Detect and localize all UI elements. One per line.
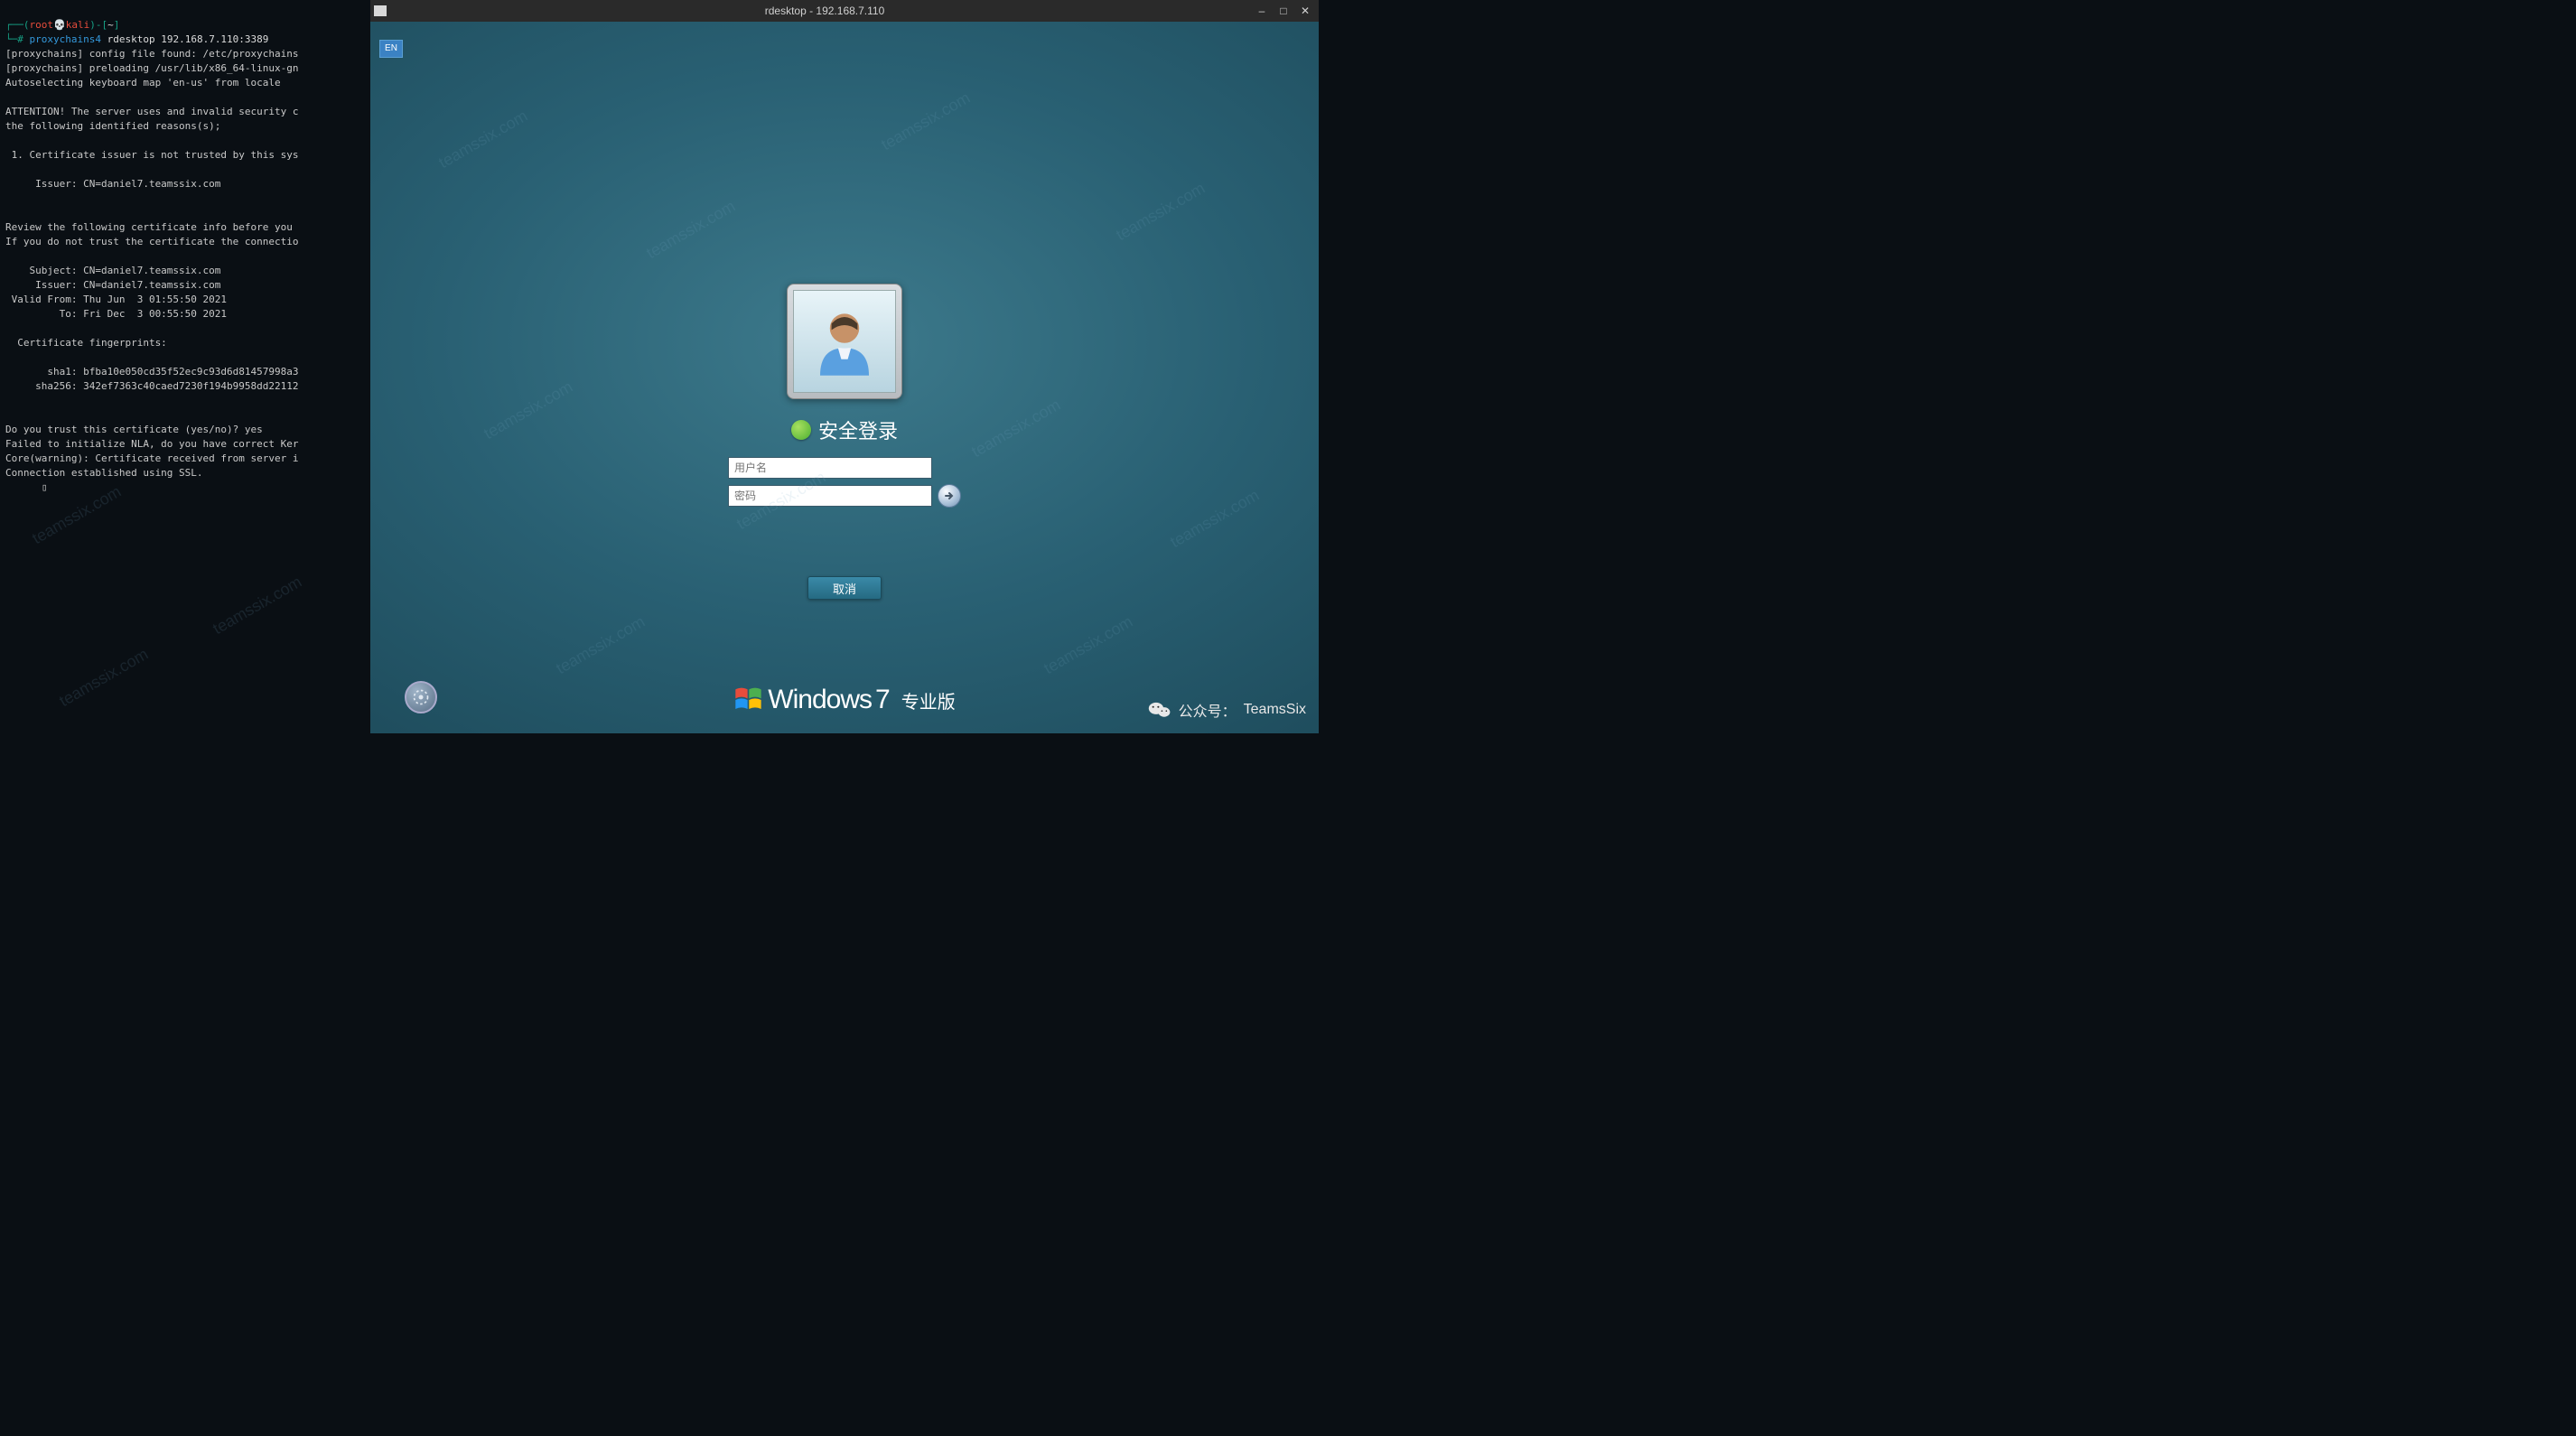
term-line: Do you trust this certificate (yes/no)? … [5, 424, 263, 435]
windows-flag-icon [733, 686, 764, 713]
watermark: teamssix.com [1113, 179, 1209, 245]
term-line: ATTENTION! The server uses and invalid s… [5, 106, 299, 117]
term-line: [proxychains] config file found: /etc/pr… [5, 48, 299, 60]
titlebar[interactable]: rdesktop - 192.168.7.110 – □ ✕ [370, 0, 1319, 22]
term-line: Certificate fingerprints: [5, 337, 167, 349]
secure-login-text: 安全登录 [818, 415, 898, 444]
term-line: ▯ [5, 481, 47, 493]
prompt-user: root [30, 19, 54, 31]
term-line: Issuer: CN=daniel7.teamssix.com [5, 178, 220, 190]
window-title: rdesktop - 192.168.7.110 [394, 5, 1255, 17]
term-line: [proxychains] preloading /usr/lib/x86_64… [5, 62, 299, 74]
term-line: Core(warning): Certificate received from… [5, 452, 299, 464]
watermark: teamssix.com [968, 396, 1064, 462]
term-line: To: Fri Dec 3 00:55:50 2021 [5, 308, 227, 320]
watermark: teamssix.com [481, 378, 576, 443]
prompt-host: kali [66, 19, 90, 31]
cmd-proxychains: proxychains4 [30, 33, 101, 45]
terminal-pane[interactable]: ┌──(root💀kali)-[~] └─# proxychains4 rdes… [0, 0, 370, 733]
username-row [728, 457, 961, 479]
window-icon [374, 5, 387, 16]
watermark: teamssix.com [435, 107, 531, 173]
term-line: sha256: 342ef7363c40caed7230f194b9958dd2… [5, 380, 299, 392]
user-avatar-icon [793, 290, 896, 393]
watermark: teamssix.com [1167, 486, 1263, 552]
term-line: Autoselecting keyboard map 'en-us' from … [5, 77, 281, 89]
prompt-open: ┌──( [5, 19, 30, 31]
prompt-path: ~ [107, 19, 114, 31]
cmd-rest: rdesktop 192.168.7.110:3389 [101, 33, 268, 45]
term-line: Subject: CN=daniel7.teamssix.com [5, 265, 220, 276]
wechat-footer: 公众号： TeamsSix [1148, 699, 1306, 721]
rdesktop-window: rdesktop - 192.168.7.110 – □ ✕ EN [370, 0, 1319, 733]
skull-icon: 💀 [53, 19, 66, 31]
watermark: teamssix.com [643, 197, 739, 263]
wechat-icon [1148, 700, 1171, 720]
maximize-button[interactable]: □ [1277, 5, 1290, 17]
wechat-label: 公众号： [1179, 699, 1237, 721]
submit-arrow-button[interactable] [938, 484, 961, 508]
term-line: If you do not trust the certificate the … [5, 236, 299, 247]
watermark: teamssix.com [553, 612, 649, 678]
brand-windows-text: Windows [768, 685, 872, 715]
secure-login-label: 安全登录 [791, 415, 898, 444]
prompt-line2: └─# [5, 33, 23, 45]
window-controls: – □ ✕ [1255, 5, 1311, 17]
watermark: teamssix.com [1041, 612, 1136, 678]
prompt-close: )-[ [89, 19, 107, 31]
close-button[interactable]: ✕ [1299, 5, 1311, 17]
brand-edition-text: 专业版 [901, 687, 956, 713]
ease-of-access-button[interactable] [405, 681, 437, 713]
term-line: sha1: bfba10e050cd35f52ec9c93d6d81457998… [5, 366, 299, 378]
shield-icon [791, 420, 811, 440]
term-line: Connection established using SSL. [5, 467, 203, 479]
login-center: 安全登录 取消 [728, 284, 961, 600]
user-avatar-frame [787, 284, 902, 399]
windows7-brand: Windows 7 专业版 [733, 685, 955, 715]
language-badge[interactable]: EN [379, 40, 403, 58]
cancel-button[interactable]: 取消 [807, 576, 882, 600]
term-line: Issuer: CN=daniel7.teamssix.com [5, 279, 220, 291]
brand-seven-text: 7 [875, 685, 891, 715]
login-screen: EN 安全登录 [370, 22, 1319, 733]
term-line: 1. Certificate issuer is not trusted by … [5, 149, 299, 161]
wechat-name: TeamsSix [1244, 702, 1306, 718]
password-row [728, 484, 961, 508]
prompt-end: ] [114, 19, 120, 31]
password-input[interactable] [728, 485, 932, 507]
term-line: Review the following certificate info be… [5, 221, 299, 233]
minimize-button[interactable]: – [1255, 5, 1268, 17]
username-input[interactable] [728, 457, 932, 479]
watermark: teamssix.com [878, 89, 974, 154]
term-line: Failed to initialize NLA, do you have co… [5, 438, 299, 450]
term-line: the following identified reasons(s); [5, 120, 220, 132]
term-line: Valid From: Thu Jun 3 01:55:50 2021 [5, 294, 227, 305]
